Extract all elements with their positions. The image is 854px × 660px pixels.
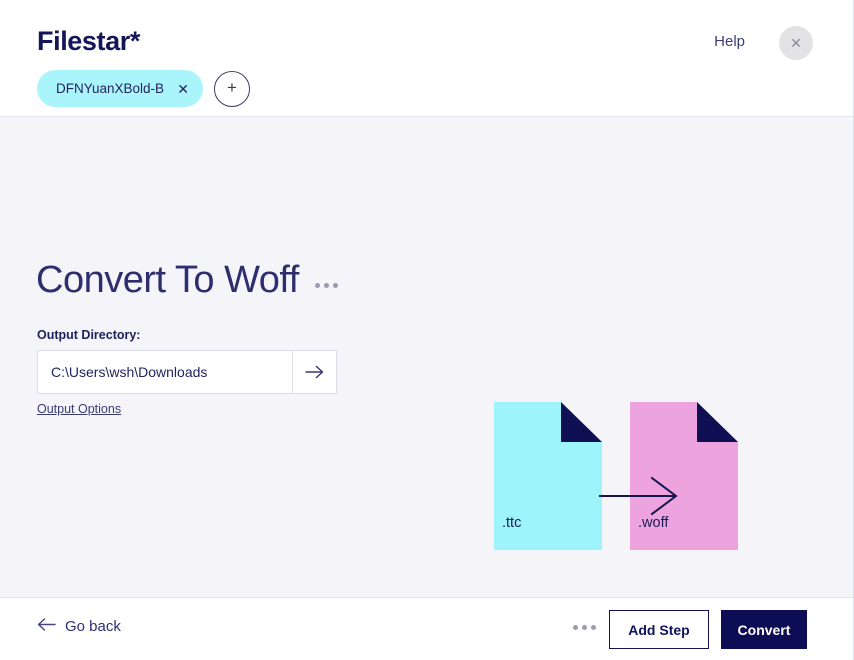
close-icon: ✕	[790, 35, 802, 51]
browse-directory-button[interactable]	[293, 350, 337, 394]
source-file-fold-corner	[560, 402, 602, 442]
file-tab-chip[interactable]: DFNYuanXBold-B… ✕	[37, 70, 203, 107]
go-back-button[interactable]: Go back	[37, 617, 121, 636]
arrow-left-icon	[37, 617, 56, 636]
filestar-window: Filestar* Help ✕ DFNYuanXBold-B… ✕ + Con…	[0, 0, 854, 660]
go-back-label: Go back	[65, 618, 121, 635]
output-directory-input[interactable]	[37, 350, 293, 394]
app-brand-title: Filestar*	[37, 26, 140, 56]
output-directory-label: Output Directory:	[37, 328, 141, 342]
ellipsis-icon[interactable]	[314, 282, 338, 288]
target-file-fold-corner	[696, 402, 738, 442]
page-title: Convert To Woff	[36, 259, 299, 301]
conversion-illustration: .ttc .woff	[494, 402, 738, 550]
source-file-graphic: .ttc	[494, 402, 602, 550]
app-header: Filestar* Help ✕ DFNYuanXBold-B… ✕ +	[0, 0, 853, 117]
file-tab-label: DFNYuanXBold-B…	[56, 81, 165, 96]
main-content: Convert To Woff Output Directory: Output…	[0, 117, 853, 597]
arrow-right-icon	[594, 474, 684, 518]
file-tabs-row: DFNYuanXBold-B… ✕ +	[37, 70, 250, 107]
close-icon[interactable]: ✕	[177, 82, 189, 96]
add-step-button[interactable]: Add Step	[609, 610, 709, 649]
add-file-button[interactable]: +	[214, 70, 250, 107]
page-title-row: Convert To Woff	[36, 258, 338, 304]
output-directory-row	[37, 350, 337, 394]
arrow-right-icon	[304, 364, 325, 380]
output-options-link[interactable]: Output Options	[37, 402, 121, 416]
convert-button[interactable]: Convert	[721, 610, 807, 649]
ellipsis-icon[interactable]	[573, 625, 596, 630]
help-link[interactable]: Help	[714, 33, 745, 50]
source-file-extension-label: .ttc	[502, 515, 522, 531]
close-window-button[interactable]: ✕	[779, 26, 813, 60]
